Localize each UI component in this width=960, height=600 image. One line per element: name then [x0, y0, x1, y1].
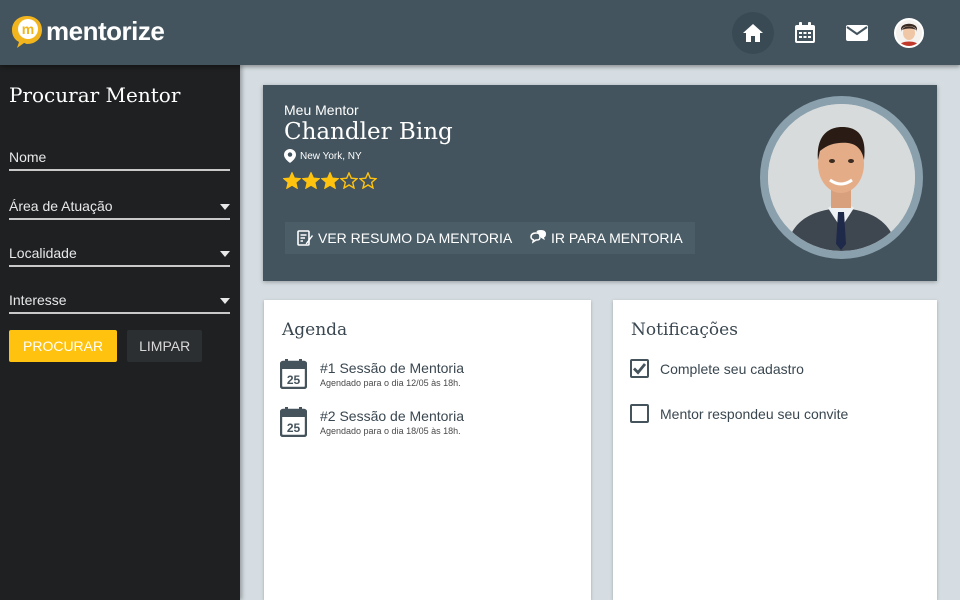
home-button[interactable] [732, 12, 774, 54]
area-select-label: Área de Atuação [9, 198, 113, 214]
home-icon [743, 24, 763, 42]
notifications-panel: Notificações Complete seu cadastro Mento… [613, 300, 937, 600]
calendar-button[interactable] [784, 12, 826, 54]
notification-checkbox[interactable] [630, 404, 649, 423]
interest-select-label: Interesse [9, 292, 67, 308]
agenda-panel: Agenda 25 #1 Sessão de Mentoria Agendado… [264, 300, 591, 600]
agenda-item-subtitle: Agendado para o dia 18/05 às 18h. [320, 426, 461, 436]
mentor-name: Chandler Bing [284, 119, 453, 145]
location-select[interactable]: Localidade [9, 243, 230, 267]
star-filled-icon [321, 172, 339, 189]
logo-bubble-icon: m [10, 14, 44, 48]
star-filled-icon [283, 172, 301, 189]
user-avatar [894, 18, 924, 48]
notifications-title: Notificações [631, 320, 738, 340]
top-nav [732, 12, 930, 54]
mentor-card: Meu Mentor Chandler Bing New York, NY VE… [263, 85, 937, 281]
notification-item[interactable]: Complete seu cadastro [630, 359, 804, 378]
agenda-item-title: #2 Sessão de Mentoria [320, 408, 464, 424]
dropdown-arrow-icon [220, 251, 230, 257]
search-button[interactable]: PROCURAR [9, 330, 118, 362]
logo-text: mentorize [46, 15, 165, 46]
notification-text: Complete seu cadastro [660, 360, 804, 377]
agenda-item-title: #1 Sessão de Mentoria [320, 360, 464, 376]
area-select[interactable]: Área de Atuação [9, 196, 230, 220]
search-sidebar: Procurar Mentor Nome Área de Atuação Loc… [0, 65, 240, 600]
location-pin-icon [284, 149, 296, 163]
agenda-title: Agenda [282, 320, 348, 340]
mentor-location-text: New York, NY [300, 150, 362, 162]
mentor-heading: Meu Mentor [284, 102, 359, 118]
notification-text: Mentor respondeu seu convite [660, 405, 849, 422]
search-actions: PROCURAR LIMPAR [9, 330, 231, 362]
logo[interactable]: m mentorize [10, 14, 165, 48]
mentor-portrait-image [768, 104, 915, 251]
view-summary-button[interactable]: VER RESUMO DA MENTORIA [285, 222, 525, 254]
calendar-day-icon: 25 [280, 359, 307, 389]
star-filled-icon [302, 172, 320, 189]
agenda-item-subtitle: Agendado para o dia 12/05 às 18h. [320, 378, 461, 388]
dropdown-arrow-icon [220, 204, 230, 210]
notification-checkbox-checked[interactable] [630, 359, 649, 378]
mentor-location: New York, NY [284, 149, 362, 163]
star-empty-icon [340, 172, 358, 189]
clear-button[interactable]: LIMPAR [127, 330, 203, 362]
star-empty-icon [359, 172, 377, 189]
name-input-label: Nome [9, 149, 47, 165]
profile-button[interactable] [888, 12, 930, 54]
agenda-item[interactable]: 25 #1 Sessão de Mentoria Agendado para o… [280, 359, 464, 389]
calendar-icon [795, 22, 815, 43]
dropdown-arrow-icon [220, 298, 230, 304]
go-to-mentoring-button[interactable]: IR PARA MENTORIA [518, 222, 695, 254]
top-bar: m mentorize [0, 0, 960, 65]
name-input[interactable]: Nome [9, 147, 230, 171]
check-icon [633, 363, 647, 375]
calendar-day-icon: 25 [280, 407, 307, 437]
logo-letter: m [22, 21, 34, 37]
mentor-photo [760, 96, 923, 259]
mentor-rating [283, 172, 377, 189]
chat-bubbles-icon [530, 230, 546, 244]
calendar-day-number: 25 [287, 421, 301, 435]
location-select-label: Localidade [9, 245, 77, 261]
go-to-mentoring-label: IR PARA MENTORIA [551, 230, 683, 246]
sidebar-title: Procurar Mentor [9, 83, 181, 107]
mail-icon [846, 25, 868, 41]
edit-note-icon [297, 230, 313, 246]
view-summary-label: VER RESUMO DA MENTORIA [318, 230, 513, 246]
notification-item[interactable]: Mentor respondeu seu convite [630, 404, 848, 423]
interest-select[interactable]: Interesse [9, 290, 230, 314]
agenda-item[interactable]: 25 #2 Sessão de Mentoria Agendado para o… [280, 407, 464, 437]
mail-button[interactable] [836, 12, 878, 54]
calendar-day-number: 25 [287, 373, 301, 387]
